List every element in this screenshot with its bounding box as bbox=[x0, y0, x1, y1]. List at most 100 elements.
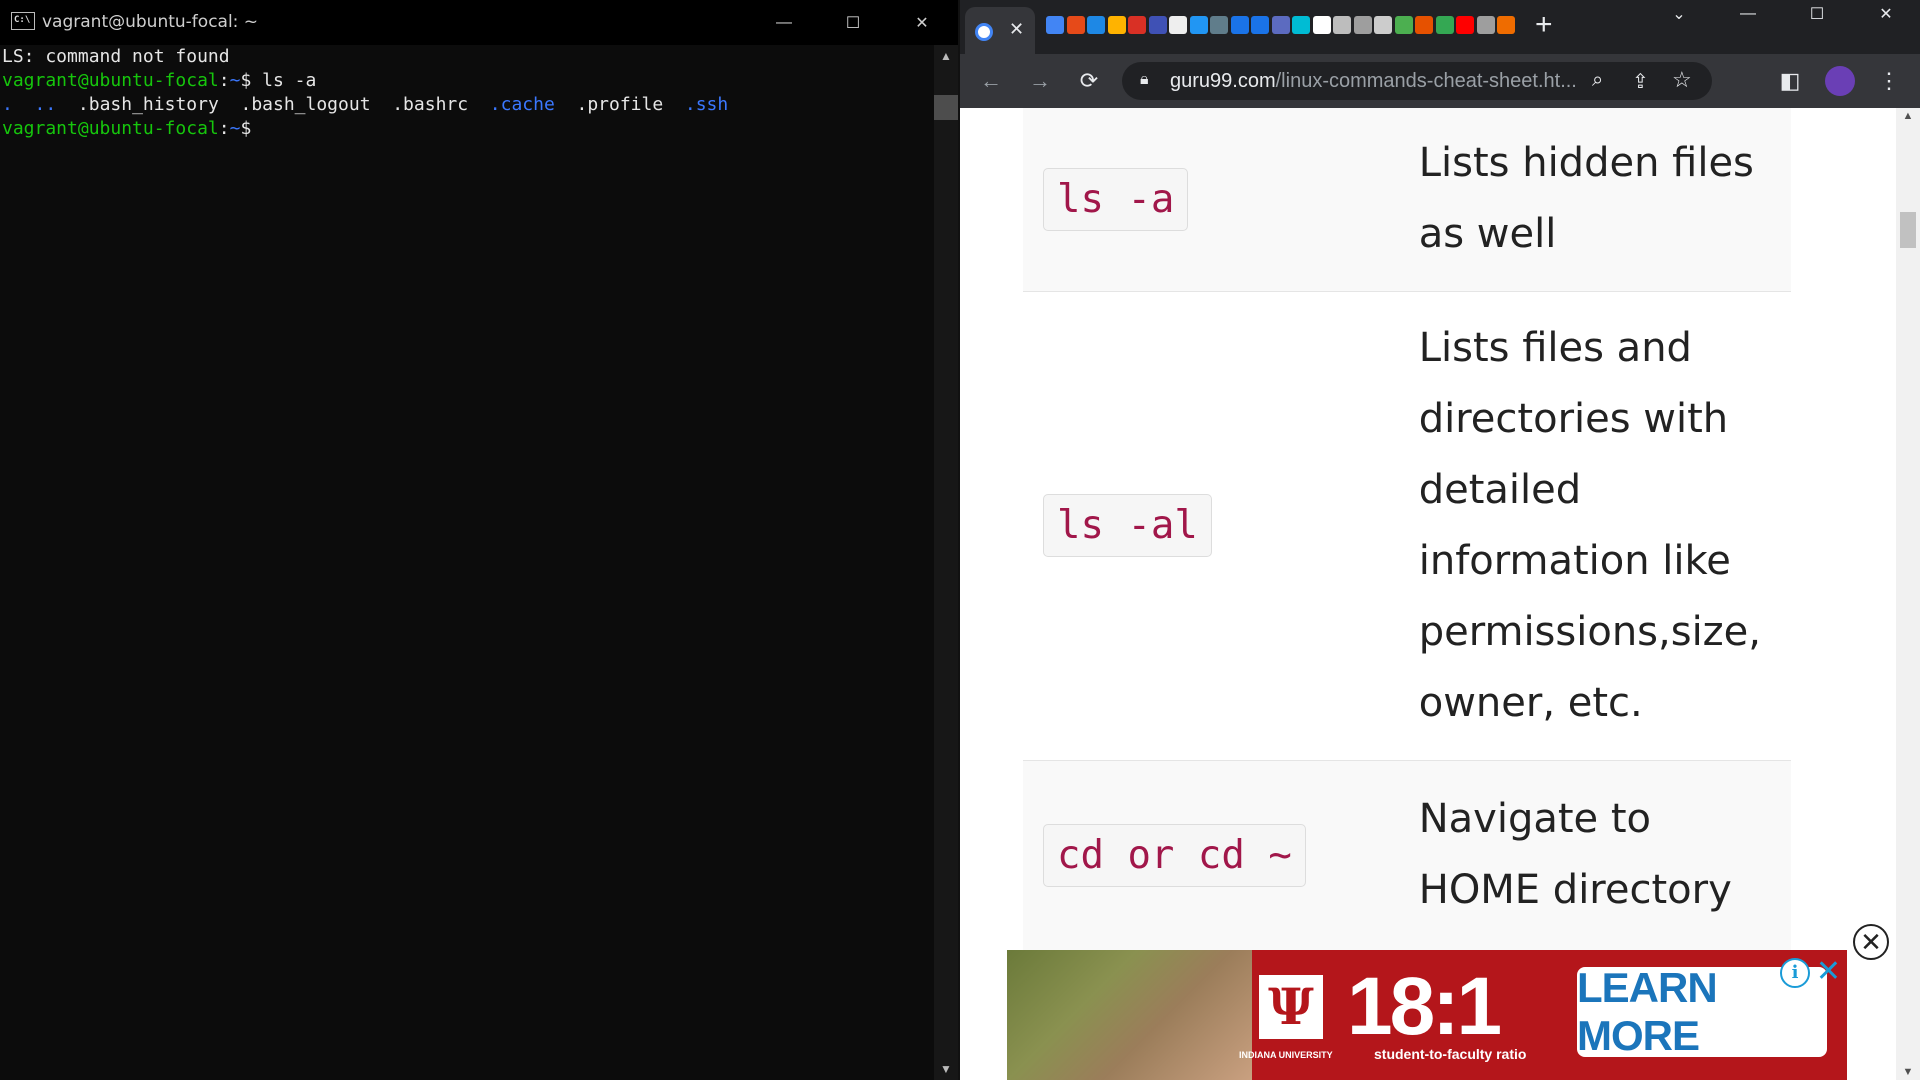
ad-close-button[interactable]: ✕ bbox=[1853, 924, 1889, 960]
scroll-up-icon[interactable]: ▲ bbox=[934, 49, 958, 63]
pinned-tab-favicon-icon[interactable] bbox=[1476, 16, 1495, 34]
ls-entry: .cache bbox=[489, 94, 555, 115]
ls-entry: .ssh bbox=[684, 94, 729, 115]
advertisement-banner[interactable]: Ψ INDIANA UNIVERSITY 18:1 student-to-fac… bbox=[1007, 950, 1847, 1080]
pinned-tab-favicon-icon[interactable] bbox=[1189, 16, 1208, 34]
address-bar[interactable]: 🔒︎ guru99.com/linux-commands-cheat-sheet… bbox=[1122, 62, 1712, 100]
minimize-button[interactable]: — bbox=[750, 0, 818, 45]
pinned-tab-favicon-icon[interactable] bbox=[1210, 16, 1228, 34]
console-icon: C:\ bbox=[11, 12, 35, 30]
share-icon[interactable]: ⇪ bbox=[1632, 69, 1649, 94]
terminal-line: . .. .bash_history .bash_logout .bashrc … bbox=[2, 93, 936, 117]
url-text: guru99.com/linux-commands-cheat-sheet.ht… bbox=[1170, 70, 1577, 93]
scrollbar-thumb[interactable] bbox=[934, 95, 958, 120]
new-tab-button[interactable]: + bbox=[1535, 10, 1553, 40]
pinned-tab-favicon-icon[interactable] bbox=[1230, 16, 1249, 34]
pinned-tab-favicon-icon[interactable] bbox=[1066, 16, 1085, 34]
pinned-tab-favicon-icon[interactable] bbox=[1169, 16, 1187, 34]
pinned-tab-favicon-icon[interactable] bbox=[1456, 16, 1474, 34]
page-viewport: ls -a Lists hidden files as well ls -al … bbox=[960, 108, 1896, 1080]
ls-entry: .bash_logout bbox=[240, 94, 371, 115]
minimize-button[interactable]: — bbox=[1714, 0, 1782, 28]
ls-entry: . bbox=[2, 94, 13, 115]
pinned-tab-favicon-icon[interactable] bbox=[1497, 16, 1515, 34]
command-code: ls -a bbox=[1043, 167, 1189, 231]
ad-photo bbox=[1007, 950, 1252, 1080]
scroll-down-icon[interactable]: ▼ bbox=[934, 1062, 958, 1076]
scroll-up-icon[interactable]: ▲ bbox=[1896, 110, 1920, 122]
pinned-tab-favicon-icon[interactable] bbox=[1148, 16, 1167, 34]
url-host: guru99.com bbox=[1170, 70, 1276, 92]
maximize-button[interactable]: ☐ bbox=[819, 0, 887, 45]
scrollbar-thumb[interactable] bbox=[1900, 212, 1916, 248]
pinned-tab-favicon-icon[interactable] bbox=[1087, 16, 1105, 34]
scroll-down-icon[interactable]: ▼ bbox=[1896, 1066, 1920, 1078]
pinned-tab-favicon-icon[interactable] bbox=[1128, 16, 1146, 34]
description-cell: Lists hidden files as well bbox=[1418, 140, 1754, 258]
terminal-window: C:\ vagrant@ubuntu-focal: ~ — ☐ ✕ LS: co… bbox=[0, 0, 958, 1080]
ad-dismiss-icon[interactable]: ✕ bbox=[1816, 954, 1841, 989]
active-tab[interactable]: ✕ bbox=[965, 7, 1035, 54]
pinned-tab-favicon-icon[interactable] bbox=[1435, 16, 1454, 34]
prompt-path: ~ bbox=[229, 118, 241, 139]
command-cell: cd or cd ~ bbox=[1023, 760, 1419, 950]
prompt-path: ~ bbox=[229, 70, 241, 91]
close-icon: ✕ bbox=[915, 14, 929, 32]
terminal-line: vagrant@ubuntu-focal:~$ ls -a bbox=[2, 69, 936, 93]
browser-toolbar: ← → ⟳ 🔒︎ guru99.com/linux-commands-cheat… bbox=[960, 54, 1920, 108]
pinned-tab-favicon-icon[interactable] bbox=[1292, 16, 1310, 34]
prompt-colon: : bbox=[218, 70, 230, 91]
close-icon: ✕ bbox=[1860, 926, 1882, 957]
pinned-tab-favicon-icon[interactable] bbox=[1046, 16, 1064, 34]
pinned-tab-favicon-icon[interactable] bbox=[1312, 16, 1331, 34]
pinned-tab-favicon-icon[interactable] bbox=[1107, 16, 1126, 34]
pinned-tab-favicon-icon[interactable] bbox=[1251, 16, 1269, 34]
forward-icon[interactable]: → bbox=[1027, 68, 1053, 94]
bookmark-star-icon[interactable]: ☆ bbox=[1672, 67, 1692, 93]
terminal-scrollbar[interactable]: ▲ ▼ bbox=[934, 45, 958, 1080]
lock-icon: 🔒︎ bbox=[1140, 71, 1149, 88]
ad-subheadline: student-to-faculty ratio bbox=[1374, 1046, 1527, 1062]
terminal-line: vagrant@ubuntu-focal:~$ bbox=[2, 117, 936, 141]
ad-info-icon[interactable]: i bbox=[1780, 958, 1810, 988]
minimize-icon: — bbox=[1740, 5, 1756, 22]
url-path: /linux-commands-cheat-sheet.ht... bbox=[1275, 70, 1577, 92]
prompt-symbol: $ bbox=[240, 118, 252, 139]
close-button[interactable]: ✕ bbox=[1852, 0, 1920, 28]
browser-window: ✕ + ⌄ — ☐ ✕ ← → ⟳ 🔒︎ guru99.com/linux-co… bbox=[960, 0, 1920, 1080]
pinned-tab-favicon-icon[interactable] bbox=[1394, 16, 1413, 34]
zoom-icon[interactable]: ⌕ bbox=[1592, 69, 1603, 92]
terminal-titlebar[interactable]: C:\ vagrant@ubuntu-focal: ~ — ☐ ✕ bbox=[0, 0, 958, 45]
tab-search-button[interactable]: ⌄ bbox=[1645, 0, 1713, 28]
pinned-tab-favicon-icon[interactable] bbox=[1353, 16, 1372, 34]
pinned-tab-favicon-icon[interactable] bbox=[1374, 16, 1392, 34]
ls-entry: .bashrc bbox=[392, 94, 469, 115]
close-button[interactable]: ✕ bbox=[888, 0, 956, 45]
back-icon[interactable]: ← bbox=[978, 68, 1004, 94]
pinned-tab-favicon-icon[interactable] bbox=[1333, 16, 1351, 34]
iu-logo: Ψ bbox=[1259, 975, 1323, 1039]
ad-school-name: INDIANA UNIVERSITY bbox=[1239, 1050, 1333, 1060]
profile-avatar[interactable] bbox=[1825, 66, 1855, 96]
tab-close-icon[interactable]: ✕ bbox=[1009, 19, 1024, 40]
command-cell: ls -a bbox=[1023, 108, 1419, 291]
side-panel-icon[interactable]: ◧ bbox=[1777, 68, 1803, 94]
terminal-line: LS: command not found bbox=[2, 46, 230, 67]
ls-entry: .. bbox=[34, 94, 57, 115]
pinned-tab-favicon-icon[interactable] bbox=[1271, 16, 1290, 34]
pinned-tab-favicon-icon[interactable] bbox=[1415, 16, 1433, 34]
reload-icon[interactable]: ⟳ bbox=[1076, 68, 1102, 94]
google-icon bbox=[975, 23, 993, 41]
terminal-output[interactable]: LS: command not found vagrant@ubuntu-foca… bbox=[0, 45, 936, 1080]
ls-entry: .profile bbox=[576, 94, 664, 115]
table-row: cd or cd ~ Navigate to HOME directory bbox=[1023, 760, 1791, 950]
maximize-icon: ☐ bbox=[1809, 6, 1825, 23]
command-code: cd or cd ~ bbox=[1043, 823, 1306, 887]
prompt-user: vagrant@ubuntu-focal bbox=[2, 70, 219, 91]
description-cell: Navigate to HOME directory bbox=[1418, 796, 1732, 913]
ad-headline: 18:1 bbox=[1347, 961, 1502, 1052]
chevron-down-icon: ⌄ bbox=[1672, 6, 1686, 23]
maximize-button[interactable]: ☐ bbox=[1783, 0, 1851, 28]
menu-icon[interactable]: ⋮ bbox=[1876, 68, 1902, 94]
page-scrollbar[interactable]: ▲ ▼ bbox=[1896, 108, 1920, 1080]
